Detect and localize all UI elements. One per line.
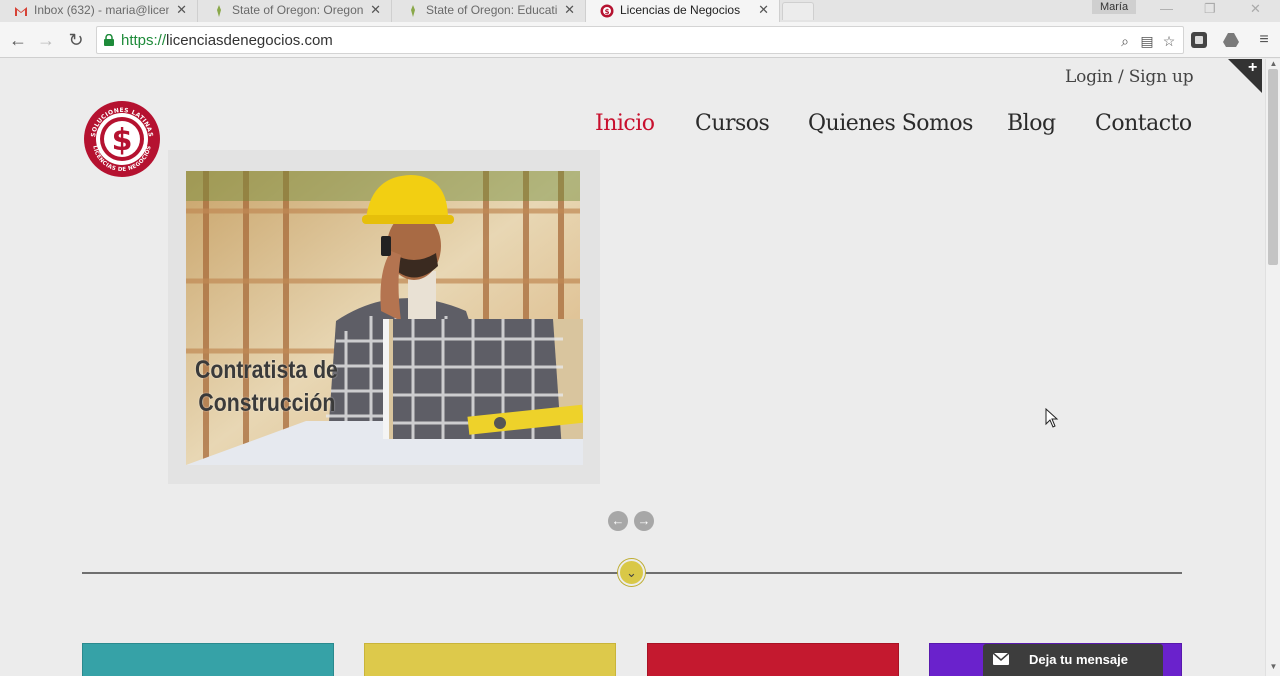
slide-caption: Contratista de Construcción: [195, 356, 338, 417]
lock-icon: [104, 34, 114, 46]
page-scrollbar[interactable]: ▲ ▼: [1265, 59, 1280, 676]
back-icon[interactable]: ←: [8, 30, 28, 50]
address-bar[interactable]: https://licenciasdenegocios.com ⌕ ▤ ☆: [96, 26, 1184, 54]
tab-label: State of Oregon: Educati: [426, 3, 558, 17]
nav-blog[interactable]: Blog: [1007, 111, 1056, 136]
nav-quienes-somos[interactable]: Quienes Somos: [808, 111, 973, 136]
minimize-icon[interactable]: —: [1160, 0, 1173, 18]
gmail-icon: [15, 7, 27, 16]
scrollbar-thumb[interactable]: [1268, 69, 1278, 265]
tab-licencias[interactable]: $ Licencias de Negocios ✕: [586, 0, 780, 22]
window-close-icon[interactable]: ✕: [1250, 0, 1261, 18]
web-page: + Login / Sign up $ SOLUCIONES LATINAS L…: [0, 59, 1265, 676]
profile-badge[interactable]: María: [1092, 0, 1136, 14]
site-logo-icon: $: [600, 4, 614, 18]
mail-icon: [993, 653, 1009, 665]
corner-add-button[interactable]: +: [1228, 59, 1262, 93]
login-signup-link[interactable]: Login / Sign up: [1065, 67, 1194, 87]
drive-icon[interactable]: [1222, 31, 1240, 49]
oregon-icon: [217, 5, 221, 17]
browser-toolbar: ← → ↻ https://licenciasdenegocios.com ⌕ …: [0, 22, 1280, 58]
slider-prev-button[interactable]: ←: [608, 511, 628, 531]
tab-oregon-2[interactable]: State of Oregon: Educati ✕: [392, 0, 586, 22]
slide-transition-tile: [383, 319, 583, 465]
category-card-yellow[interactable]: [364, 643, 616, 676]
scroll-up-arrow-icon[interactable]: ▲: [1269, 59, 1278, 68]
nav-inicio[interactable]: Inicio: [595, 111, 655, 136]
restore-icon[interactable]: ❐: [1204, 0, 1216, 18]
chat-label: Deja tu mensaje: [1029, 652, 1128, 667]
tab-strip: Inbox (632) - maria@licen ✕ State of Ore…: [0, 0, 1280, 22]
close-icon[interactable]: ✕: [370, 0, 381, 20]
close-icon[interactable]: ✕: [758, 0, 769, 20]
nav-cursos[interactable]: Cursos: [695, 111, 770, 136]
tab-label: Licencias de Negocios: [620, 3, 741, 17]
close-icon[interactable]: ✕: [564, 0, 575, 20]
nav-contacto[interactable]: Contacto: [1095, 111, 1192, 136]
menu-icon[interactable]: ≡: [1254, 30, 1274, 50]
url-text: https://licenciasdenegocios.com: [121, 32, 333, 49]
forward-icon[interactable]: →: [36, 30, 56, 50]
slider-next-button[interactable]: →: [634, 511, 654, 531]
tab-label: Inbox (632) - maria@licen: [34, 3, 169, 17]
scroll-down-arrow-icon[interactable]: ▼: [1269, 662, 1278, 671]
tab-gmail[interactable]: Inbox (632) - maria@licen ✕: [0, 0, 198, 22]
translate-icon[interactable]: ▤: [1139, 33, 1155, 49]
tab-oregon-1[interactable]: State of Oregon: Oregon ✕: [198, 0, 392, 22]
svg-text:$: $: [605, 8, 610, 16]
oregon-icon: [411, 5, 415, 17]
site-logo[interactable]: $ SOLUCIONES LATINAS LICENCIAS DE NEGOCI…: [83, 100, 161, 178]
scroll-down-button[interactable]: ⌄: [618, 559, 645, 586]
slide-tile-image: [383, 319, 583, 465]
chat-message-button[interactable]: Deja tu mensaje: [983, 644, 1163, 676]
new-tab-button[interactable]: [782, 2, 814, 20]
zoom-icon[interactable]: ⌕: [1117, 33, 1133, 49]
reload-icon[interactable]: ↻: [66, 30, 86, 50]
category-card-teal[interactable]: [82, 643, 334, 676]
category-card-red[interactable]: [647, 643, 899, 676]
tab-label: State of Oregon: Oregon: [232, 3, 364, 17]
close-icon[interactable]: ✕: [176, 0, 187, 20]
mouse-cursor-icon: [1045, 408, 1059, 428]
svg-text:$: $: [112, 123, 133, 158]
extension-icon[interactable]: [1190, 31, 1208, 49]
bookmark-star-icon[interactable]: ☆: [1161, 33, 1177, 49]
